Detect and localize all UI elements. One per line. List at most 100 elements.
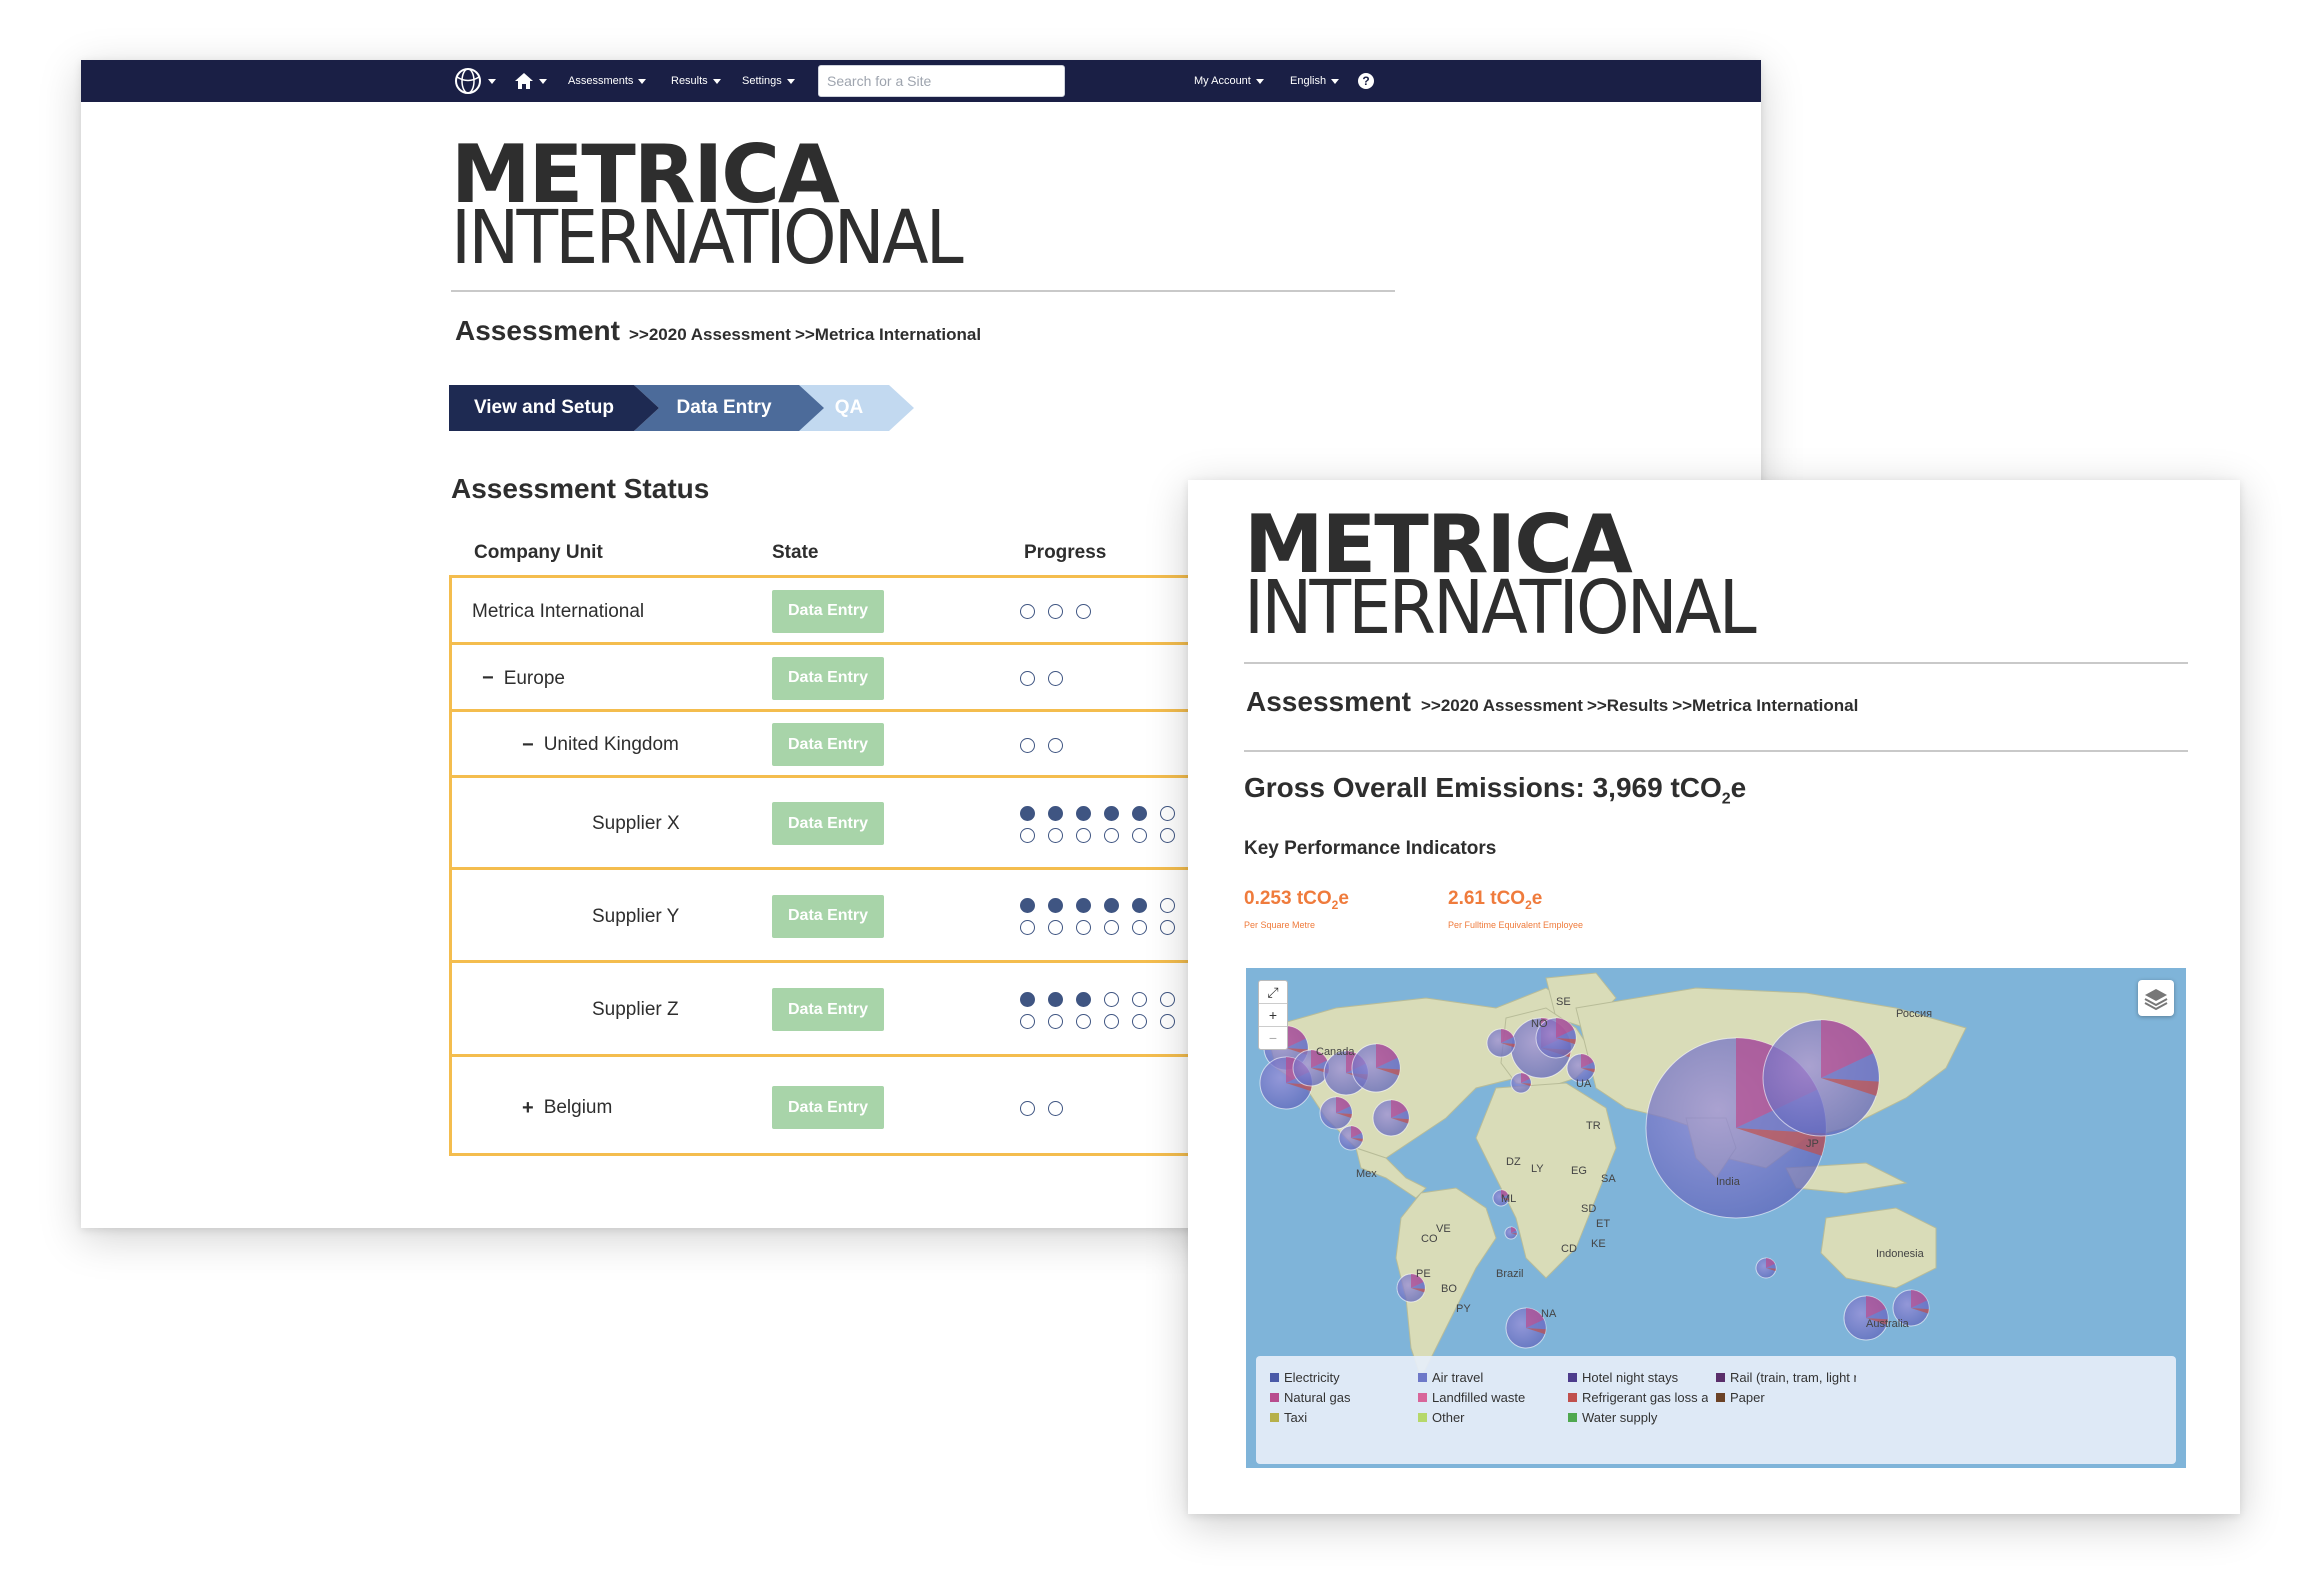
emission-pie-marker[interactable] (1319, 1096, 1353, 1130)
legend-swatch (1270, 1413, 1279, 1422)
company-unit-cell: − Europe (482, 665, 565, 693)
company-unit-name[interactable]: Belgium (544, 1097, 613, 1119)
legend-swatch (1270, 1393, 1279, 1402)
emission-pie-marker[interactable] (1762, 1019, 1880, 1137)
emissions-map[interactable]: ⤢ + − Canada Россия India Indonesia Australi… (1246, 968, 2186, 1468)
company-unit-name[interactable]: Supplier X (592, 813, 680, 835)
help-icon[interactable]: ? (1358, 73, 1374, 89)
site-search-input[interactable] (818, 65, 1065, 97)
company-unit-name[interactable]: Supplier Z (592, 999, 679, 1021)
progress-dot-filled (1076, 991, 1091, 1007)
legend-item[interactable]: Natural gas (1270, 1390, 1410, 1405)
legend-item[interactable]: Other (1418, 1410, 1558, 1425)
legend-item[interactable]: Electricity (1270, 1370, 1410, 1385)
emission-pie-marker[interactable] (1755, 1257, 1777, 1279)
step-qa[interactable]: QA (809, 385, 889, 431)
legend-item[interactable]: Water supply (1568, 1410, 1708, 1425)
emission-pie-marker[interactable] (1505, 1307, 1547, 1349)
kpi-per-fte-value: 2.61 tCO2e (1448, 888, 1542, 912)
expand-toggle[interactable]: + (522, 1097, 534, 1120)
layers-icon (2144, 989, 2168, 1011)
company-unit-name[interactable]: Supplier Y (592, 906, 679, 928)
chevron-down-icon (539, 78, 547, 84)
progress-dot-empty (1076, 920, 1091, 935)
breadcrumb-link[interactable]: >>Metrica International (795, 325, 981, 345)
chevron-down-icon (1255, 78, 1264, 84)
zoom-out-button[interactable]: − (1259, 1027, 1287, 1049)
progress-dot-filled (1132, 898, 1147, 913)
progress-dot-empty (1160, 898, 1175, 913)
legend-item[interactable]: Paper (1716, 1390, 1856, 1405)
step-view-and-setup[interactable]: View and Setup (449, 385, 639, 431)
kpi-per-square-metre-label: Per Square Metre (1244, 920, 1316, 930)
progress-dot-filled (1020, 898, 1035, 913)
progress-dot-empty (1076, 827, 1091, 843)
gross-emissions-heading: Gross Overall Emissions: 3,969 tCO2e (1244, 772, 1746, 809)
progress-dot-empty (1076, 604, 1091, 619)
breadcrumb-link[interactable]: >>2020 Assessment (1421, 696, 1583, 716)
legend-swatch (1716, 1373, 1725, 1382)
progress-dot-empty (1104, 920, 1119, 935)
company-unit-name[interactable]: Metrica International (472, 601, 644, 623)
company-unit-cell: Metrica International (472, 598, 644, 626)
emission-pie-marker[interactable] (1510, 1072, 1532, 1094)
emission-pie-marker[interactable] (1504, 1226, 1518, 1240)
progress-indicator (1020, 805, 1206, 843)
column-header-company-unit: Company Unit (474, 542, 603, 563)
legend-item[interactable]: Refrigerant gas loss and other fu (1568, 1390, 1708, 1405)
legend-item[interactable]: Taxi (1270, 1410, 1410, 1425)
breadcrumb-link[interactable]: >>2020 Assessment (629, 325, 791, 345)
home-menu[interactable] (514, 60, 547, 102)
state-badge[interactable]: Data Entry (772, 802, 884, 845)
breadcrumb-link[interactable]: >>Results (1587, 696, 1668, 716)
legend-item[interactable]: Landfilled waste (1418, 1390, 1558, 1405)
state-badge[interactable]: Data Entry (772, 1086, 884, 1129)
state-badge[interactable]: Data Entry (772, 894, 884, 938)
legend-label: Natural gas (1284, 1390, 1351, 1405)
nav-results[interactable]: Results (671, 60, 721, 102)
app-logo-menu[interactable] (453, 60, 496, 102)
map-place-label: PY (1456, 1303, 1471, 1315)
header-divider (451, 290, 1395, 292)
emission-pie-marker[interactable] (1338, 1125, 1364, 1151)
progress-indicator (1020, 737, 1206, 753)
zoom-in-button[interactable]: + (1259, 1004, 1287, 1027)
emission-pie-marker[interactable] (1372, 1099, 1410, 1137)
company-unit-name[interactable]: United Kingdom (544, 734, 679, 756)
map-place-label: ET (1596, 1218, 1611, 1230)
emission-pie-marker[interactable] (1351, 1043, 1401, 1093)
emission-pie-marker[interactable] (1486, 1028, 1516, 1058)
legend-swatch (1716, 1393, 1725, 1402)
state-badge[interactable]: Data Entry (772, 589, 884, 633)
collapse-toggle[interactable]: − (482, 667, 494, 690)
breadcrumb-link[interactable]: >>Metrica International (1672, 696, 1858, 716)
layers-button[interactable] (2138, 980, 2174, 1016)
progress-dot-empty (1160, 1013, 1175, 1029)
company-unit-name[interactable]: Europe (504, 668, 565, 690)
kpi-title: Key Performance Indicators (1244, 838, 1497, 859)
progress-dot-filled (1132, 805, 1147, 821)
language-label: English (1290, 75, 1327, 87)
progress-indicator (1020, 991, 1206, 1029)
state-badge[interactable]: Data Entry (772, 723, 884, 766)
my-account-menu[interactable]: My Account (1194, 60, 1264, 102)
nav-assessments-label: Assessments (568, 75, 634, 87)
legend-item[interactable]: Air travel (1418, 1370, 1558, 1385)
state-badge[interactable]: Data Entry (772, 656, 884, 700)
nav-assessments[interactable]: Assessments (568, 60, 647, 102)
language-menu[interactable]: English (1290, 60, 1340, 102)
map-place-label: Indonesia (1876, 1248, 1924, 1260)
table-row: Supplier Z Data Entry (452, 963, 1212, 1057)
fullscreen-button[interactable]: ⤢ (1259, 981, 1287, 1004)
nav-settings[interactable]: Settings (742, 60, 795, 102)
breadcrumb: >>2020 Assessment >>Results >>Metrica In… (1421, 696, 1858, 716)
state-badge[interactable]: Data Entry (772, 988, 884, 1031)
step-data-entry[interactable]: Data Entry (649, 385, 799, 431)
progress-dot-empty (1132, 1013, 1147, 1029)
legend-item[interactable]: Hotel night stays (1568, 1370, 1708, 1385)
map-place-label: NO (1531, 1018, 1548, 1030)
collapse-toggle[interactable]: − (522, 734, 534, 757)
legend-item[interactable]: Rail (train, tram, light rail, undergr (1716, 1370, 1856, 1385)
legend-swatch (1418, 1393, 1427, 1402)
legend-swatch (1270, 1373, 1279, 1382)
